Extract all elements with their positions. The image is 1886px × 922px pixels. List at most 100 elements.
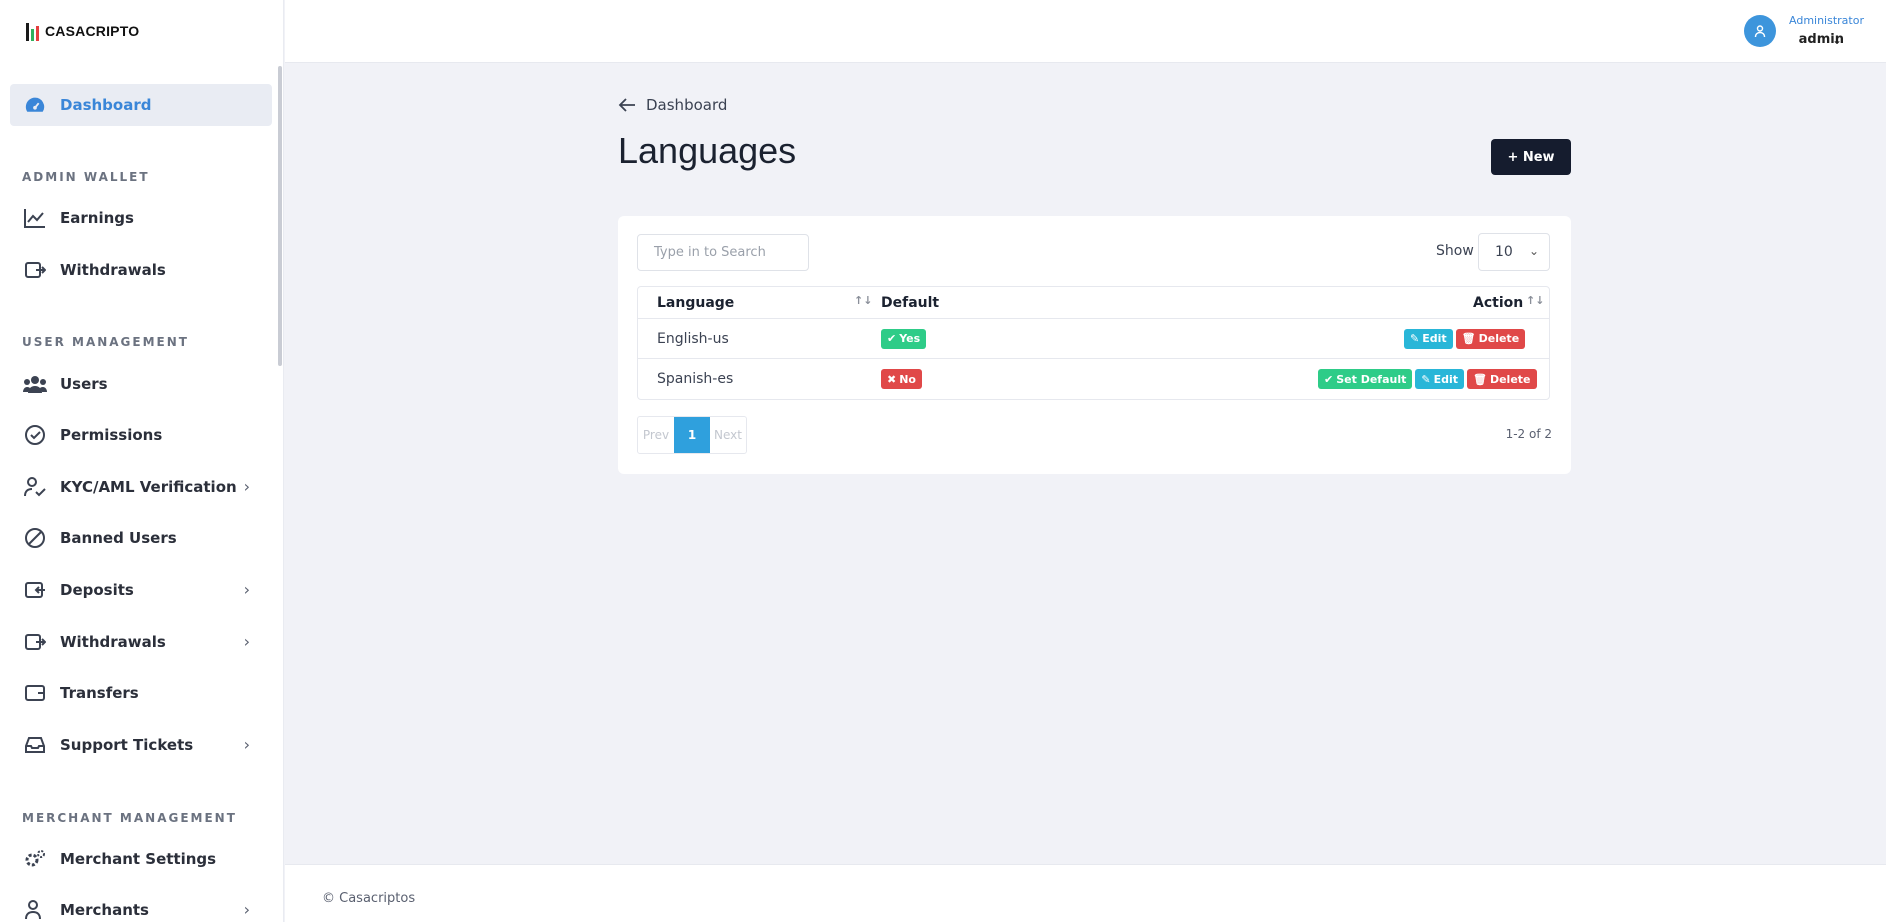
x-icon: ✖ [887,372,897,386]
sidebar-item-support[interactable]: Support Tickets › [10,724,272,766]
sidebar-item-kyc[interactable]: KYC/AML Verification › [10,466,272,508]
section-user-management: USER MANAGEMENT [22,335,189,349]
edit-button[interactable]: ✎ Edit [1404,328,1453,349]
page-size-select[interactable]: 10 ⌄ [1478,233,1550,271]
chevron-right-icon: › [243,477,250,496]
sidebar-item-deposits[interactable]: Deposits › [10,569,272,611]
language-cell: English-us [657,330,729,347]
sidebar-item-banned[interactable]: Banned Users [10,517,272,559]
brand-name: CASACRIPTO [45,23,140,39]
chevron-right-icon: › [243,735,250,754]
sidebar-item-transfers[interactable]: Transfers [10,672,272,714]
users-icon [22,371,48,397]
sidebar-item-withdrawals[interactable]: Withdrawals › [10,621,272,663]
next-page-button[interactable]: Next [710,417,746,453]
sidebar-item-merchant-settings[interactable]: Merchant Settings [10,838,272,880]
chart-line-icon [22,205,48,231]
brand-logo[interactable]: CASACRIPTO [26,18,139,44]
wallet-icon [22,680,48,706]
deposit-icon [22,577,48,603]
sidebar-item-label: Banned Users [60,529,177,547]
column-header-default[interactable]: Default [881,287,939,318]
sidebar-item-users[interactable]: Users [10,363,272,405]
pencil-icon: ✎ [1421,372,1431,386]
breadcrumb[interactable]: Dashboard [618,96,727,114]
user-icon [22,897,48,922]
table-row: English-us ✔ Yes ✎ Edit 🗑 Delete [638,319,1549,359]
show-label: Show [1436,243,1474,259]
chevron-right-icon: › [243,900,250,919]
sidebar-item-dashboard[interactable]: Dashboard [10,84,272,126]
trash-icon: 🗑 [1461,332,1476,345]
default-yes-badge: ✔ Yes [881,328,927,349]
section-merchant-management: MERCHANT MANAGEMENT [22,811,237,825]
pencil-icon: ✎ [1410,332,1420,345]
gears-icon [22,846,48,872]
search-input[interactable]: Type in to Search [637,234,809,271]
check-icon: ✔ [887,332,897,345]
sidebar-item-label: Transfers [60,684,139,702]
delete-button[interactable]: 🗑 Delete [1467,369,1537,389]
page-1-button[interactable]: 1 [674,417,710,453]
sidebar-item-label: Deposits [60,581,134,599]
user-role: Administrator [1789,14,1864,27]
check-icon: ✔ [1324,372,1334,386]
languages-table: Language ↑↓ Default Action ↑↓ English-us… [637,286,1550,400]
sidebar-item-label: Withdrawals [60,633,166,651]
trash-icon: 🗑 [1473,372,1487,386]
sidebar: CASACRIPTO Dashboard ADMIN WALLET Earnin… [0,0,284,922]
sidebar-item-label: Merchant Settings [60,850,217,868]
pagination: Prev 1 Next [637,416,747,454]
delete-button[interactable]: 🗑 Delete [1455,328,1526,349]
edit-button[interactable]: ✎ Edit [1415,369,1464,389]
sidebar-item-label: Users [60,375,108,393]
chevron-right-icon: › [243,580,250,599]
default-no-badge: ✖ No [881,369,922,389]
sidebar-item-label: Merchants [60,901,149,919]
sidebar-item-label: Permissions [60,426,163,444]
dashboard-gauge-icon [22,92,48,118]
result-range: 1-2 of 2 [1505,427,1552,441]
set-default-button[interactable]: ✔ Set Default [1318,369,1413,389]
sidebar-item-label: Dashboard [60,96,152,114]
section-admin-wallet: ADMIN WALLET [22,170,150,184]
sidebar-item-permissions[interactable]: Permissions [10,414,272,456]
page-title: Languages [618,130,797,171]
footer: © Casacriptos [285,864,1886,922]
avatar[interactable] [1744,15,1776,47]
withdraw-icon [22,629,48,655]
language-cell: Spanish-es [657,371,734,387]
sort-icon[interactable]: ↑↓ [1526,294,1544,307]
chevron-down-icon[interactable]: ⌄ [1832,33,1842,47]
check-circle-icon [22,422,48,448]
column-header-language[interactable]: Language [657,287,734,318]
new-language-button[interactable]: + New [1491,139,1571,175]
table-row: Spanish-es ✖ No ✔ Set Default ✎ Edit 🗑 Delet… [638,359,1549,399]
ban-icon [22,525,48,551]
breadcrumb-link[interactable]: Dashboard [646,96,727,114]
chevron-right-icon: › [243,632,250,651]
sidebar-item-label: Support Tickets [60,736,194,754]
logo-icon [26,21,39,41]
column-header-action: Action [1473,294,1524,311]
user-check-icon [22,474,48,500]
arrow-left-icon [618,98,635,112]
copyright-text: © Casacriptos [322,891,416,906]
chevron-down-icon: ⌄ [1528,244,1539,258]
topbar: Administrator admin ⌄ [285,0,1886,63]
sidebar-item-earnings[interactable]: Earnings [10,197,272,239]
table-header-row: Language ↑↓ Default Action ↑↓ [638,287,1549,319]
sidebar-item-withdrawals-admin[interactable]: Withdrawals [10,249,272,291]
sidebar-item-merchants[interactable]: Merchants › [10,889,272,922]
page-size-value: 10 [1495,244,1513,260]
sort-icon[interactable]: ↑↓ [854,294,872,307]
sidebar-scrollbar[interactable] [278,66,282,366]
prev-page-button[interactable]: Prev [638,417,674,453]
sidebar-item-label: KYC/AML Verification [60,478,237,496]
languages-card: Type in to Search Show 10 ⌄ Language ↑↓ … [618,216,1571,474]
sidebar-item-label: Withdrawals [60,261,166,279]
sidebar-item-label: Earnings [60,209,134,227]
inbox-icon [22,732,48,758]
user-icon [1754,25,1766,38]
withdraw-icon [22,257,48,283]
